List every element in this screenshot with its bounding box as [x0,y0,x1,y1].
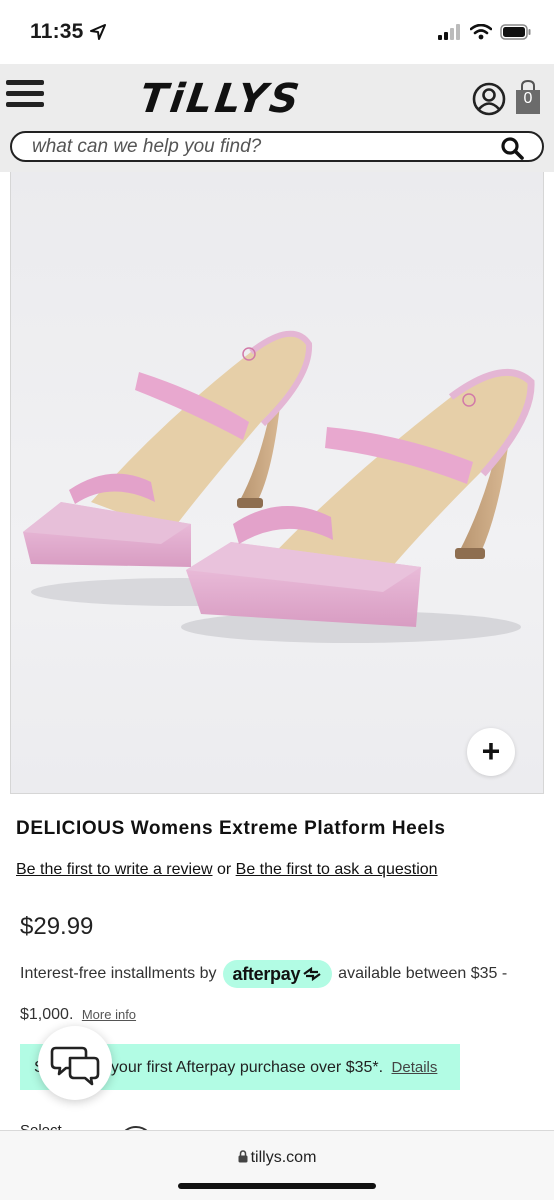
afterpay-range-line: $1,000. More info [20,1006,136,1024]
bag-count-badge: 0 [523,90,533,107]
site-header: TiLLYS 0 [0,64,554,172]
lock-icon [238,1150,248,1168]
chat-bubbles-icon [50,1046,100,1086]
afterpay-range-text: available between $35 - [338,965,508,982]
product-photo-heels [23,330,535,643]
account-icon[interactable] [472,82,506,116]
review-or-text: or [216,861,232,878]
afterpay-badge: afterpay [222,960,333,988]
write-review-link[interactable]: Be the first to write a review [16,861,213,878]
afterpay-arrows-icon [303,967,321,981]
home-indicator[interactable] [178,1183,376,1189]
tillys-logo[interactable]: TiLLYS [137,76,305,122]
plus-icon: + [481,733,501,769]
search-bar [10,131,544,162]
promo-details-link[interactable]: Details [392,1059,438,1076]
browser-bar: tillys.com [0,1130,554,1200]
afterpay-prefix-text: Interest-free installments by [20,965,217,982]
wifi-icon [469,23,493,45]
search-input[interactable] [32,136,492,158]
hamburger-menu-icon[interactable] [6,80,44,112]
product-title: DELICIOUS Womens Extreme Platform Heels [16,818,446,839]
status-bar: 11:35 [0,0,554,64]
zoom-button[interactable]: + [467,728,515,776]
shopping-bag-icon[interactable]: 0 [514,79,542,116]
product-image[interactable]: + [10,172,544,794]
ask-question-link[interactable]: Be the first to ask a question [236,861,438,878]
afterpay-range-end: $1,000. [20,1006,74,1023]
product-price: $29.99 [20,913,94,940]
status-icons [438,23,532,45]
battery-icon [500,24,532,45]
status-time: 11:35 [30,20,84,43]
afterpay-installments-line: Interest-free installments by afterpay a… [20,960,507,988]
location-arrow-icon [90,24,106,45]
afterpay-badge-text: afterpay [232,963,301,984]
cellular-signal-icon [438,24,462,45]
url-text: tillys.com [250,1149,317,1166]
promo-message: h your first Afterpay purchase over $35*… [97,1059,384,1076]
search-icon[interactable] [500,136,524,160]
review-line: Be the first to write a review or Be the… [16,861,438,879]
chat-button[interactable] [38,1026,112,1100]
afterpay-more-info-link[interactable]: More info [82,1007,136,1022]
url-display[interactable]: tillys.com [0,1149,554,1168]
